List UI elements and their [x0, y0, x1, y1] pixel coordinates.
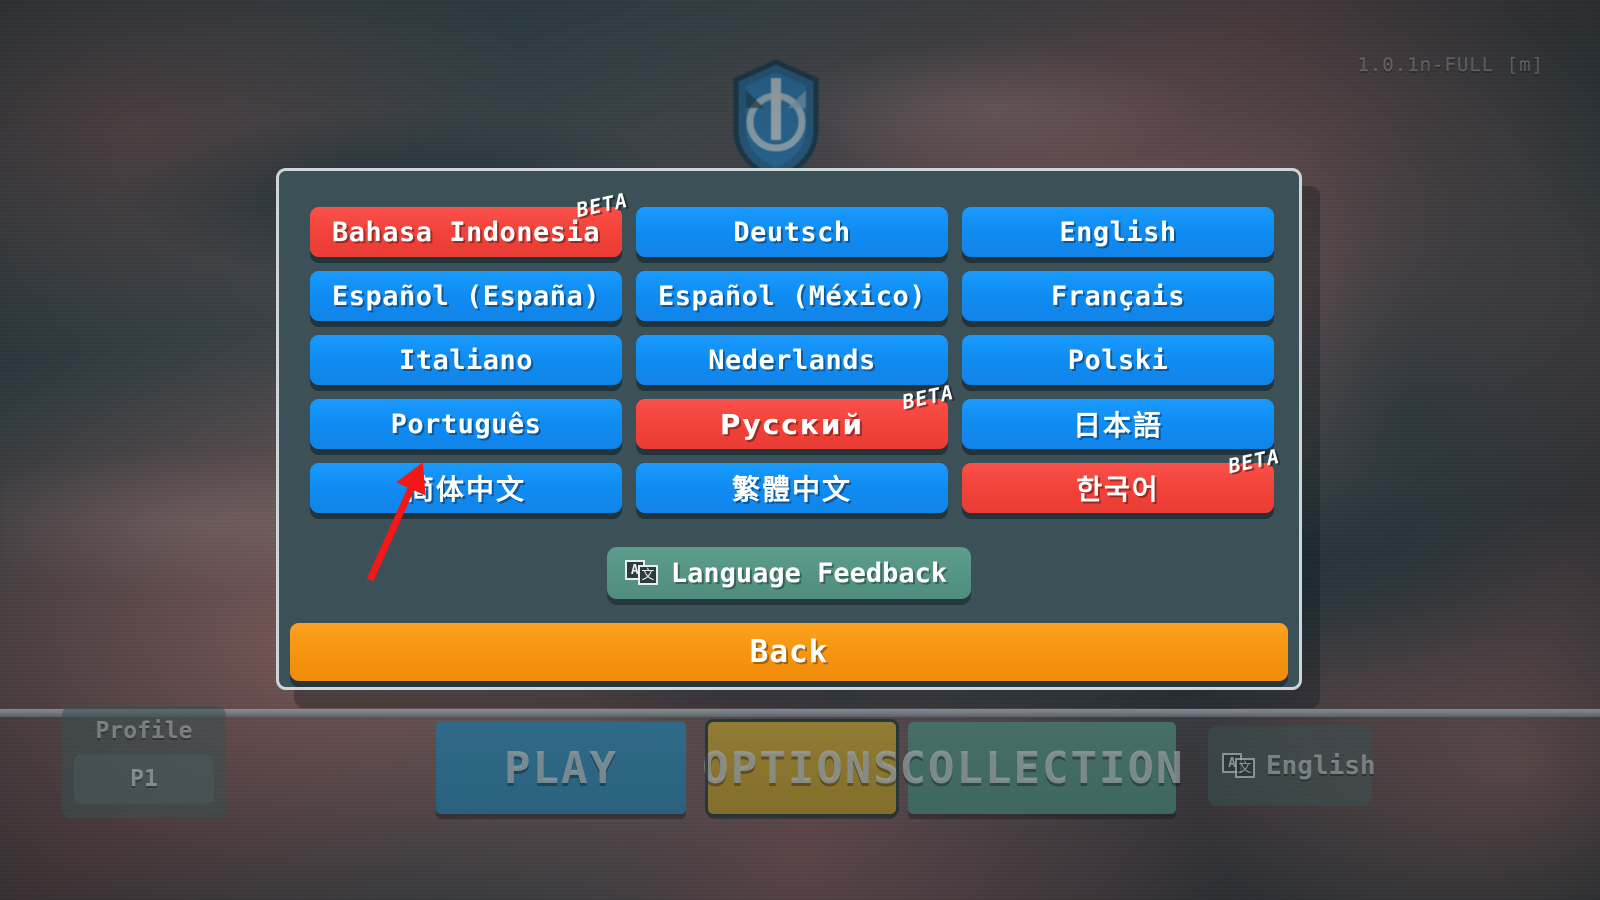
language-button-label: 繁體中文: [731, 473, 852, 506]
language-button-label: Русский: [719, 407, 865, 441]
language-button[interactable]: Polski: [962, 335, 1274, 385]
language-button[interactable]: 日本語: [962, 399, 1274, 449]
language-button-label: English: [1059, 216, 1177, 248]
language-select-dialog: Bahasa Indonesia BETA Deutsch English Españo…: [276, 168, 1302, 690]
language-button[interactable]: Português: [310, 399, 622, 449]
language-button-label: Deutsch: [733, 216, 851, 248]
language-button[interactable]: Русский BETA: [636, 380, 956, 449]
back-button-label: Back: [749, 634, 829, 670]
translate-icon: A 文: [624, 558, 659, 588]
language-feedback-row: A 文 Language Feedback: [279, 547, 1299, 599]
language-button-grid: Bahasa Indonesia BETA Deutsch English Españo…: [310, 188, 1282, 513]
language-button-label: Polski: [1067, 344, 1169, 376]
language-button-label: Español (España): [331, 280, 601, 312]
language-button[interactable]: English: [962, 207, 1274, 257]
language-button[interactable]: Español (España): [310, 271, 622, 321]
language-button-label: 한국어: [1076, 473, 1160, 506]
game-screen: 1.0.1n-FULL [m] Profile P1 PLAY OPTIONS …: [0, 0, 1600, 900]
language-button[interactable]: 한국어 BETA: [962, 444, 1282, 513]
language-button-label: Español (México): [657, 280, 927, 312]
language-button-label: Português: [390, 408, 542, 440]
language-button[interactable]: Bahasa Indonesia BETA: [310, 188, 630, 257]
language-feedback-label: Language Feedback: [670, 557, 948, 589]
language-feedback-button[interactable]: A 文 Language Feedback: [606, 547, 972, 599]
language-button[interactable]: Italiano: [310, 335, 622, 385]
language-button[interactable]: Nederlands: [636, 335, 948, 385]
language-button[interactable]: 简体中文: [310, 463, 622, 513]
language-button-label: 日本語: [1072, 409, 1163, 442]
language-button-label: Italiano: [398, 344, 534, 376]
language-button[interactable]: Français: [962, 271, 1274, 321]
language-button[interactable]: Deutsch: [636, 207, 948, 257]
back-button[interactable]: Back: [290, 623, 1288, 681]
language-button-label: Nederlands: [708, 344, 876, 376]
language-button-label: Bahasa Indonesia: [331, 216, 601, 248]
language-button[interactable]: Español (México): [636, 271, 948, 321]
language-button-label: 简体中文: [405, 473, 526, 506]
translate-icon-glyph: 文: [637, 565, 658, 585]
language-button-label: Français: [1050, 280, 1186, 312]
language-button[interactable]: 繁體中文: [636, 463, 948, 513]
